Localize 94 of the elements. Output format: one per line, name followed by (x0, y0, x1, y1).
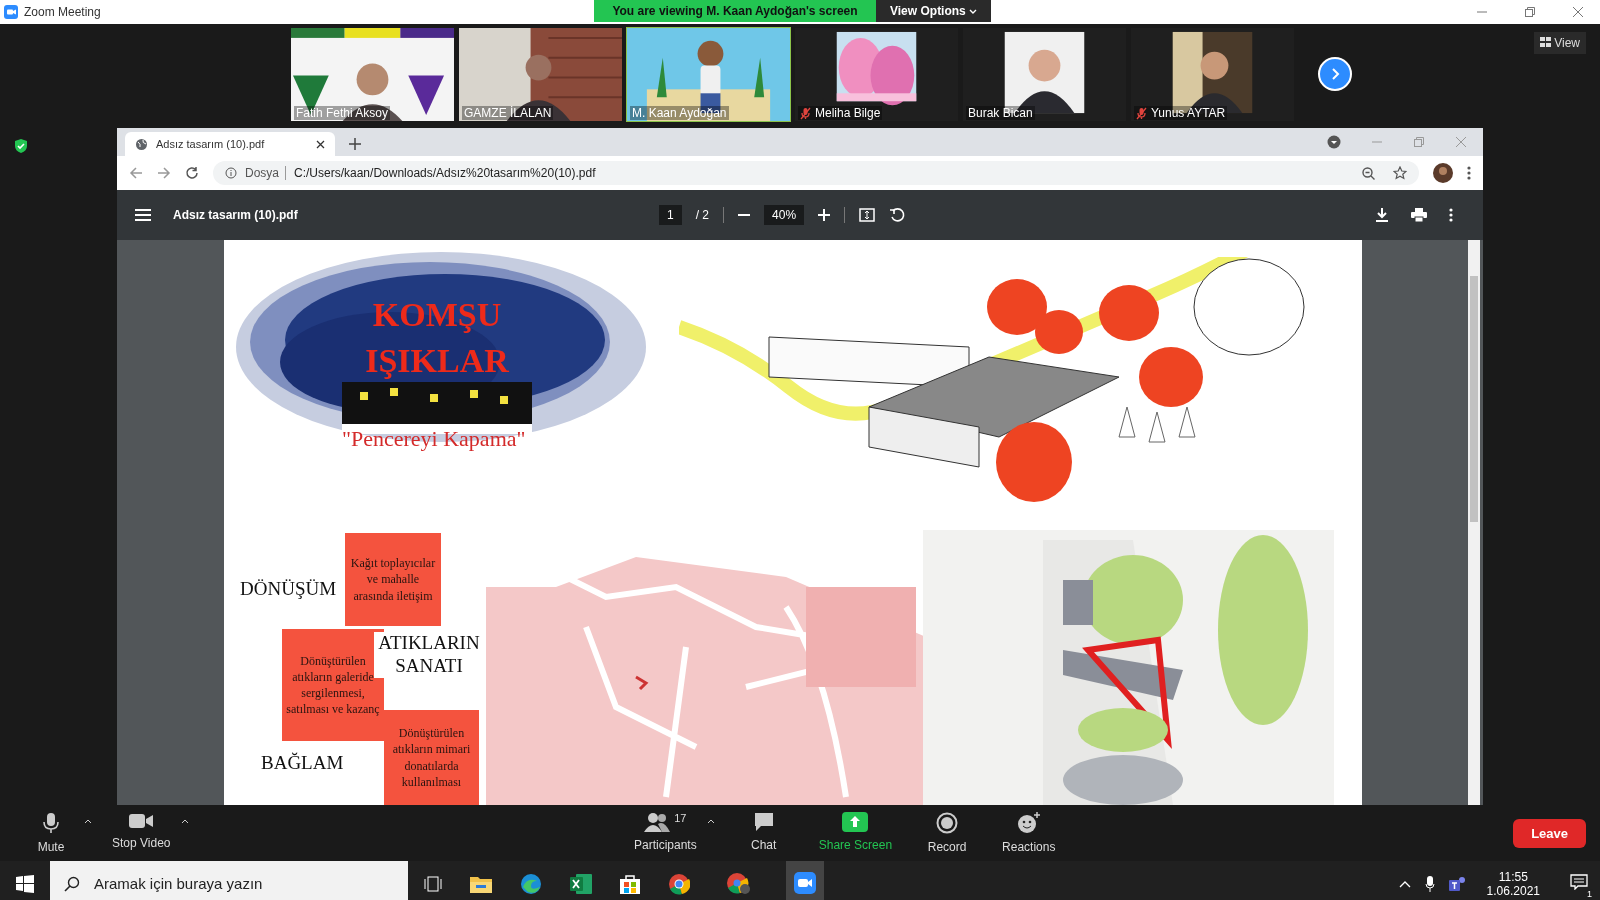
slide-heading: DÖNÜŞÜM (240, 578, 337, 600)
people-icon (644, 812, 671, 832)
caret-icon[interactable] (84, 818, 92, 824)
notification-count: 1 (1585, 889, 1594, 899)
video-tile[interactable]: GAMZE İLALAN (458, 27, 623, 122)
video-tile[interactable]: Burak Bican (962, 27, 1127, 122)
notification-icon[interactable] (1570, 874, 1588, 890)
reload-icon[interactable] (185, 166, 199, 180)
more-icon[interactable] (1449, 208, 1453, 222)
participant-name: Yunus AYTAR (1151, 106, 1226, 120)
slide-title: IŞIKLAR (365, 342, 509, 380)
video-camera-icon[interactable] (794, 871, 816, 894)
slide-heading: BAĞLAM (261, 752, 344, 774)
record-button[interactable]: Record (918, 810, 977, 856)
windows-start-icon[interactable] (16, 874, 34, 893)
clock-time[interactable]: 11:55 (1498, 869, 1528, 884)
clock-date[interactable]: 1.06.2021 (1486, 883, 1540, 898)
caret-icon[interactable] (180, 818, 189, 824)
window-title: Zoom Meeting (24, 5, 101, 19)
url-text: C:/Users/kaan/Downloads/Adsız%20tasarım%20(10).pdf (294, 166, 596, 180)
address-prefix: Dosya (245, 166, 286, 180)
note-card: Kağıt toplayıcılar ve mahalle arasında iletişim (345, 533, 441, 626)
people-button[interactable]: 17 Participants (628, 810, 703, 854)
star-icon[interactable] (1393, 166, 1407, 180)
view-button[interactable]: View (1533, 32, 1586, 54)
note-card: Dönüştürülen atıkların mimari donatılarda kullanılması (384, 710, 479, 805)
restore-icon[interactable] (1524, 6, 1536, 18)
chevron-up-icon[interactable] (1398, 879, 1411, 888)
fit-page-icon[interactable] (859, 208, 876, 222)
microphone-icon (42, 812, 60, 834)
zoom-out-icon[interactable] (1362, 166, 1375, 180)
tab-title: Adsız tasarım (10).pdf (156, 138, 266, 150)
task-view-icon[interactable] (424, 875, 442, 892)
edge-browser-icon[interactable] (520, 872, 542, 895)
browser-tab[interactable]: Adsız tasarım (10).pdf (125, 132, 335, 156)
more-icon[interactable] (1467, 166, 1471, 180)
search-icon (64, 875, 80, 892)
smiley-icon (1016, 812, 1041, 834)
video-camera-icon (128, 812, 155, 830)
page-count: / 2 (695, 208, 710, 222)
participant-name: M. Kaan Aydoğan (632, 106, 727, 120)
address-bar[interactable]: Dosya C:/Users/kaan/Downloads/Adsız%20tasarım%20(10).pdf (213, 161, 1419, 185)
back-icon[interactable] (129, 166, 143, 180)
download-icon[interactable] (1375, 208, 1389, 222)
document-title: Adsız tasarım (10).pdf (173, 208, 298, 222)
zoom-level-field[interactable]: 40% (764, 205, 805, 225)
info-icon (225, 167, 237, 179)
share-screen-icon (842, 812, 869, 832)
shield-icon[interactable] (14, 138, 28, 154)
search-field[interactable]: Aramak için buraya yazın (50, 861, 408, 900)
mute-button[interactable]: Mute (22, 810, 80, 856)
print-icon[interactable] (1411, 208, 1427, 222)
profile-menu-icon[interactable] (1327, 135, 1341, 149)
participant-name: GAMZE İLALAN (464, 106, 552, 120)
stop-video-button[interactable]: Stop Video (106, 810, 177, 852)
participant-name: Fatih Fethi Aksoy (296, 106, 389, 120)
slide-title: KOMŞU (372, 296, 502, 334)
avatar-icon[interactable] (1433, 163, 1453, 183)
spreadsheet-icon[interactable] (570, 873, 592, 894)
chrome-browser-icon[interactable] (668, 872, 690, 895)
chat-button[interactable]: Chat (734, 810, 793, 854)
video-tile[interactable]: Yunus AYTAR (1130, 27, 1295, 122)
close-icon[interactable] (316, 139, 325, 149)
scrollbar[interactable] (1468, 240, 1480, 805)
zoom-in-icon[interactable] (818, 209, 831, 221)
globe-icon (135, 137, 148, 151)
view-options-button[interactable]: View Options (876, 0, 992, 22)
share-button[interactable]: Share Screen (812, 810, 899, 854)
page-number-field[interactable]: 1 (659, 205, 682, 225)
new-tab-icon[interactable] (349, 138, 361, 150)
participant-name: Meliha Bilge (815, 106, 881, 120)
search-placeholder: Aramak için buraya yazın (94, 875, 263, 892)
forward-icon[interactable] (157, 166, 171, 180)
slide-subtitle: "Pencereyi Kapama" (342, 426, 526, 452)
caret-icon (969, 9, 978, 15)
grid-icon (1539, 37, 1551, 47)
chat-bubble-icon (752, 812, 775, 832)
zoom-logo-icon (4, 5, 18, 19)
video-tile[interactable]: Meliha Bilge (794, 27, 959, 122)
record-icon (936, 812, 959, 834)
folder-icon[interactable] (470, 874, 492, 893)
reactions-button[interactable]: Reactions (996, 810, 1062, 856)
menu-icon[interactable] (135, 209, 151, 221)
leave-button[interactable]: Leave (1513, 818, 1586, 848)
next-page-button[interactable] (1318, 57, 1352, 91)
chrome-browser-icon[interactable] (726, 871, 750, 894)
rotate-icon[interactable] (889, 207, 906, 223)
caret-icon[interactable] (706, 818, 715, 824)
participant-name: Burak Bican (968, 106, 1033, 120)
participant-count: 17 (674, 812, 687, 824)
share-banner: You are viewing M. Kaan Aydoğan's screen (594, 0, 876, 22)
store-bag-icon[interactable] (620, 873, 640, 894)
teams-icon[interactable] (1448, 875, 1467, 892)
microphone-icon[interactable] (1424, 875, 1435, 892)
